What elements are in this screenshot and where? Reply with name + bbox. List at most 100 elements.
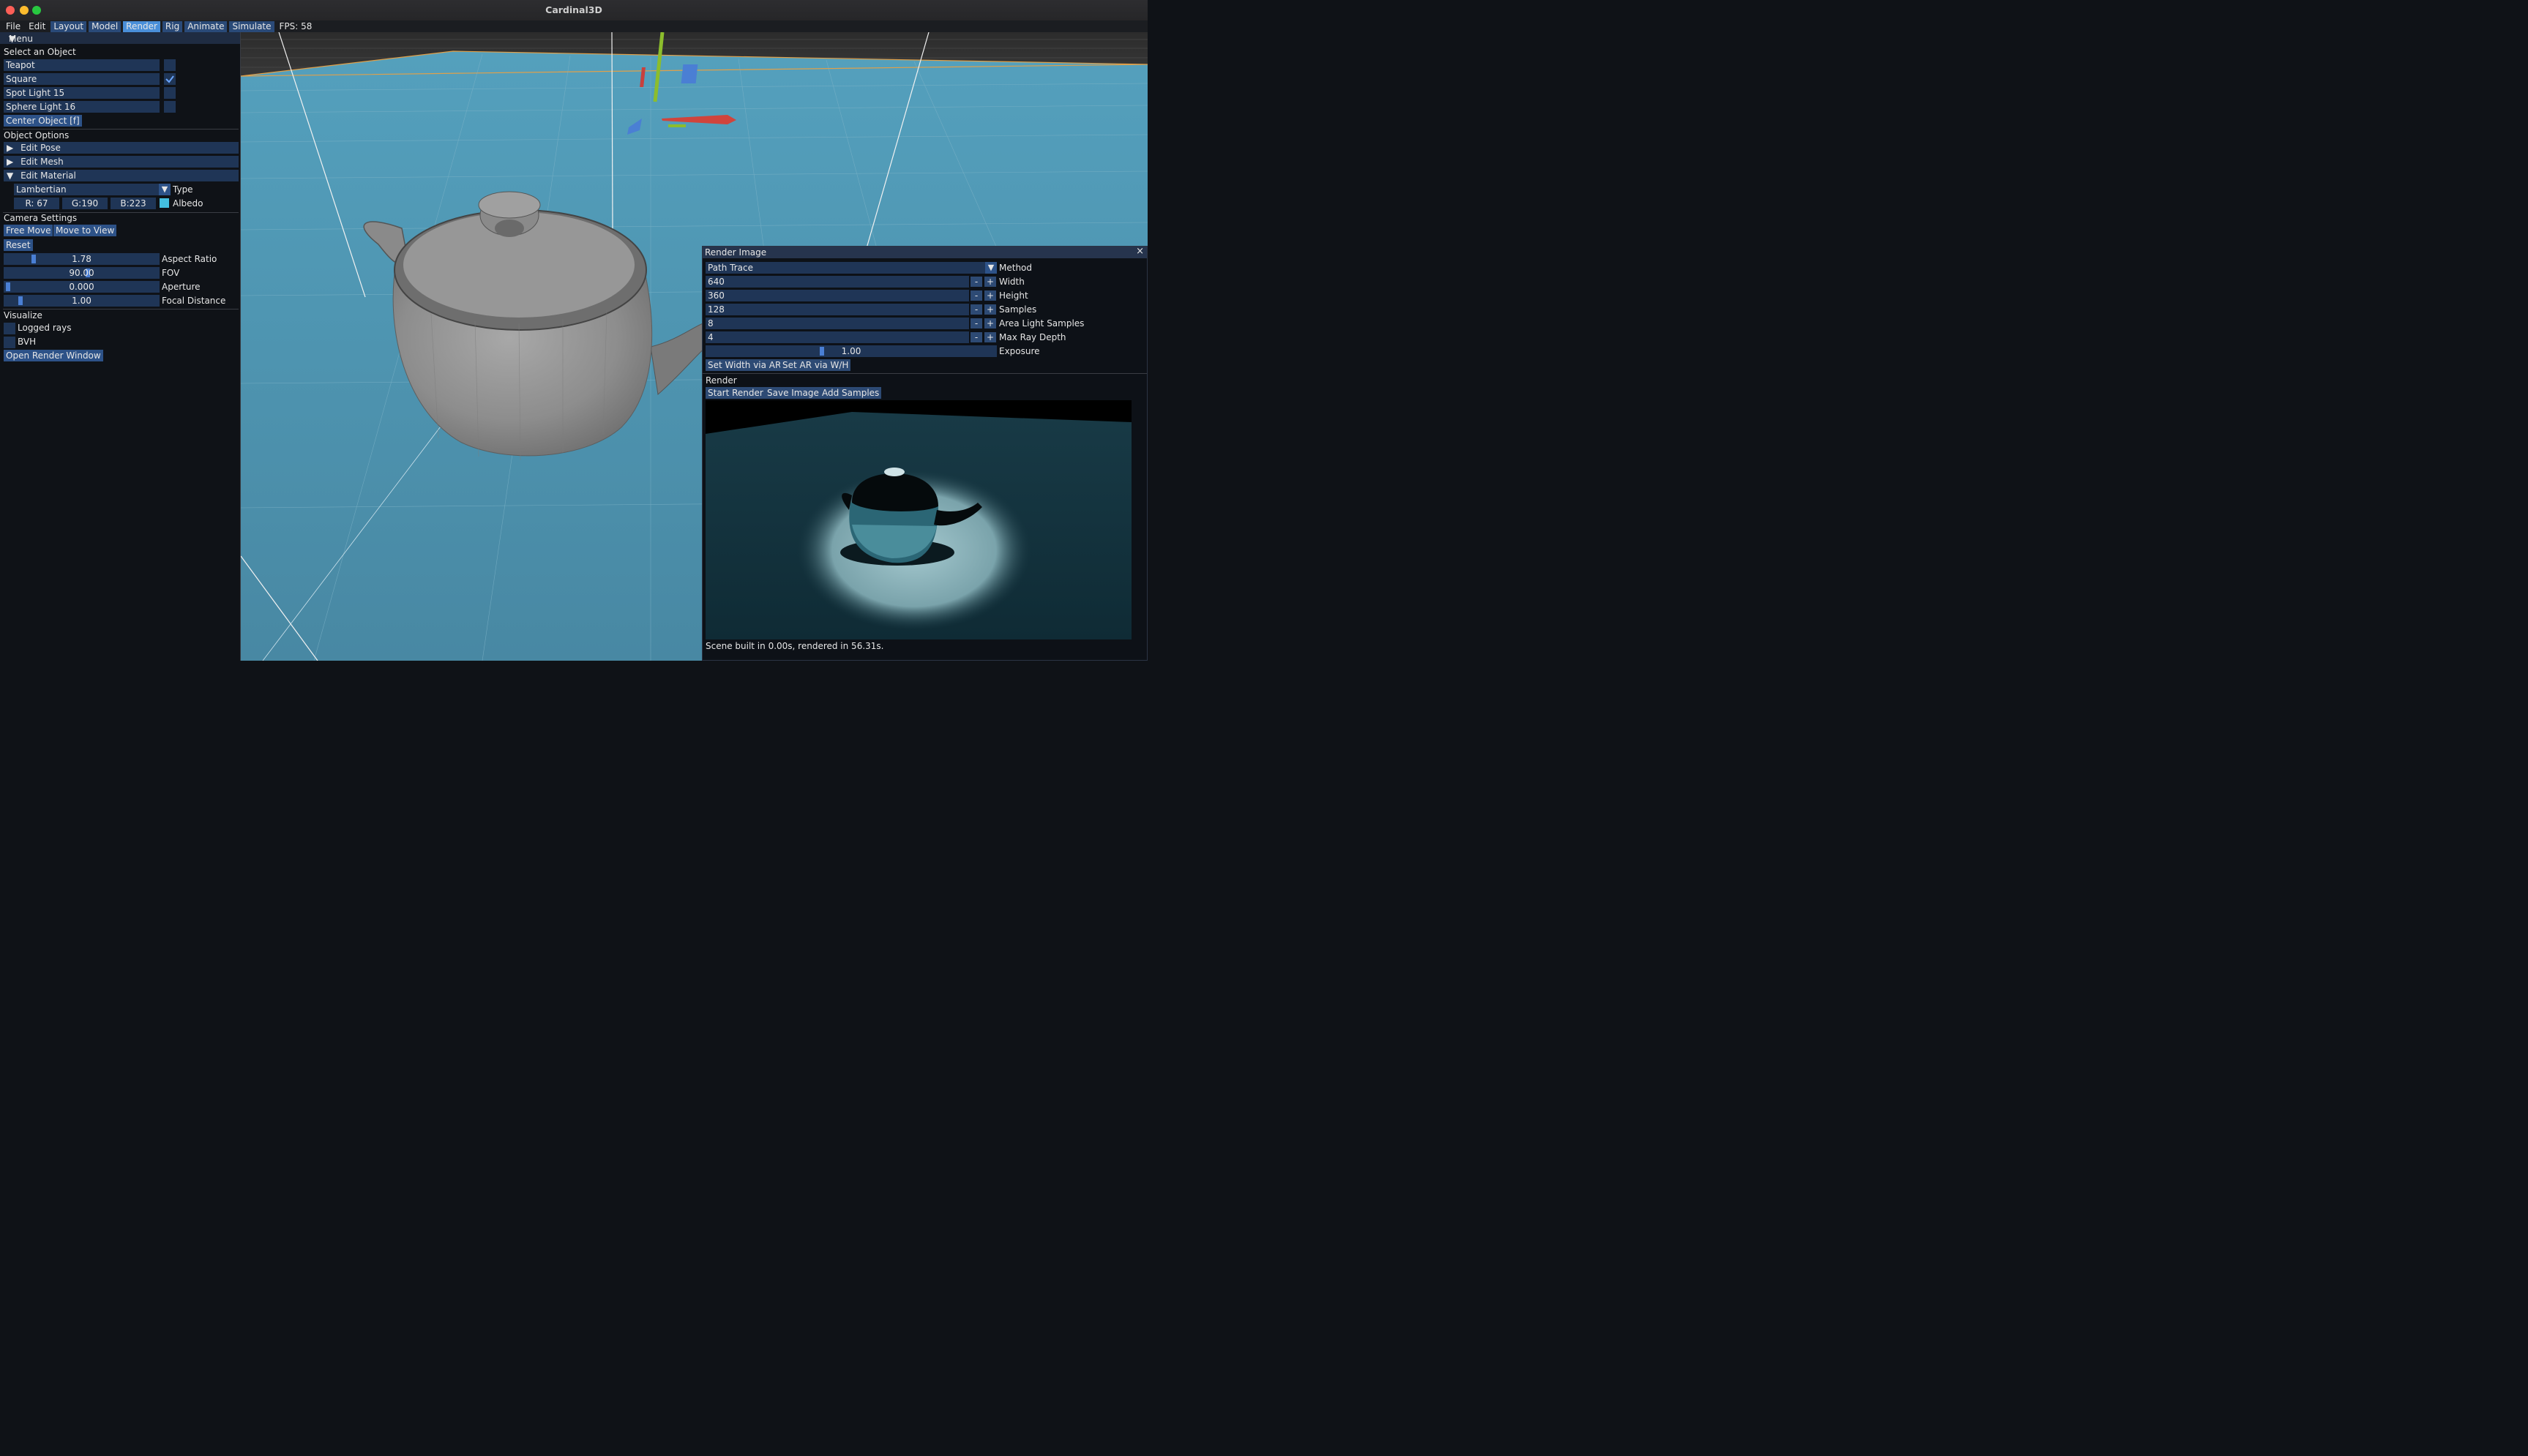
method-select[interactable]: Path Trace xyxy=(706,262,987,274)
albedo-color-swatch[interactable] xyxy=(160,198,169,208)
mode-simulate[interactable]: Simulate xyxy=(229,20,274,32)
object-options-title: Object Options xyxy=(4,130,70,140)
rendered-image-canvas xyxy=(706,400,1132,639)
render-window-titlebar[interactable]: Render Image × xyxy=(703,246,1147,258)
expand-triangle-icon: ▶ xyxy=(7,157,14,167)
collapse-triangle-icon: ▼ xyxy=(7,170,14,181)
window-titlebar: Cardinal3D xyxy=(0,0,1148,21)
window-title: Cardinal3D xyxy=(545,4,602,15)
visualize-title: Visualize xyxy=(4,310,42,320)
mode-animate[interactable]: Animate xyxy=(184,20,228,32)
slider-grab[interactable] xyxy=(18,296,23,305)
samples-label: Samples xyxy=(999,304,1037,315)
fov-value: 90.00 xyxy=(69,268,94,278)
free-move-button[interactable]: Free Move xyxy=(4,225,53,236)
menu-file[interactable]: File xyxy=(3,21,23,32)
max-depth-plus-button[interactable]: + xyxy=(984,332,996,342)
area-light-samples-input[interactable]: 8 xyxy=(706,318,969,329)
expand-triangle-icon: ▶ xyxy=(7,143,14,153)
samples-input[interactable]: 128 xyxy=(706,304,969,315)
menu-header-label: Menu xyxy=(9,34,33,44)
dropdown-arrow-icon[interactable]: ▼ xyxy=(159,184,171,195)
render-section-title: Render xyxy=(706,375,737,386)
focal-distance-slider[interactable]: 1.00 xyxy=(4,295,160,307)
center-object-button[interactable]: Center Object [f] xyxy=(4,115,82,127)
object-teapot[interactable]: Teapot xyxy=(4,59,160,71)
dropdown-arrow-icon[interactable]: ▼ xyxy=(985,262,997,274)
edit-material-label: Edit Material xyxy=(20,170,76,181)
area-light-plus-button[interactable]: + xyxy=(984,318,996,329)
left-menu-panel: ▼ Menu Select an Object Teapot Square Sp… xyxy=(0,32,241,661)
move-to-view-button[interactable]: Move to View xyxy=(53,225,117,236)
area-light-samples-label: Area Light Samples xyxy=(999,318,1085,329)
object-square-checkbox[interactable] xyxy=(164,73,176,85)
albedo-g-field[interactable]: G:190 xyxy=(62,198,108,209)
width-plus-button[interactable]: + xyxy=(984,277,996,287)
width-input[interactable]: 640 xyxy=(706,276,969,288)
start-render-button[interactable]: Start Render xyxy=(706,387,766,399)
mode-model[interactable]: Model xyxy=(89,20,121,32)
aspect-ratio-value: 1.78 xyxy=(72,254,91,264)
add-samples-button[interactable]: Add Samples xyxy=(820,387,882,399)
edit-mesh-header[interactable]: ▶ Edit Mesh xyxy=(4,156,239,168)
menu-header[interactable]: ▼ Menu xyxy=(0,32,240,44)
render-status-text: Scene built in 0.00s, rendered in 56.31s… xyxy=(706,641,884,651)
open-render-window-button[interactable]: Open Render Window xyxy=(4,350,103,361)
bvh-checkbox[interactable] xyxy=(4,337,15,348)
max-ray-depth-input[interactable]: 4 xyxy=(706,331,969,343)
aspect-ratio-label: Aspect Ratio xyxy=(162,254,217,264)
save-image-button[interactable]: Save Image xyxy=(765,387,821,399)
reset-camera-button[interactable]: Reset xyxy=(4,239,33,251)
max-depth-minus-button[interactable]: - xyxy=(971,332,982,342)
area-light-minus-button[interactable]: - xyxy=(971,318,982,329)
edit-material-header[interactable]: ▼ Edit Material xyxy=(4,170,239,181)
object-spot-light[interactable]: Spot Light 15 xyxy=(4,87,160,99)
width-minus-button[interactable]: - xyxy=(971,277,982,287)
slider-grab[interactable] xyxy=(820,347,824,356)
render-window-title: Render Image xyxy=(705,247,767,258)
mode-layout[interactable]: Layout xyxy=(51,20,87,32)
object-square[interactable]: Square xyxy=(4,73,160,85)
mode-render[interactable]: Render xyxy=(123,20,160,32)
edit-pose-header[interactable]: ▶ Edit Pose xyxy=(4,142,239,154)
set-ar-via-wh-button[interactable]: Set AR via W/H xyxy=(780,359,851,371)
edit-pose-label: Edit Pose xyxy=(20,143,61,153)
max-ray-depth-label: Max Ray Depth xyxy=(999,332,1066,342)
object-teapot-checkbox[interactable] xyxy=(164,59,176,71)
fps-counter: FPS: 58 xyxy=(279,20,313,31)
rendered-image xyxy=(706,400,1132,639)
fov-label: FOV xyxy=(162,268,180,278)
mode-rig[interactable]: Rig xyxy=(162,20,183,32)
menu-edit[interactable]: Edit xyxy=(26,21,48,32)
samples-plus-button[interactable]: + xyxy=(984,304,996,315)
fov-slider[interactable]: 90.00 xyxy=(4,267,160,279)
divider xyxy=(703,373,1147,374)
object-spot-light-checkbox[interactable] xyxy=(164,87,176,99)
object-sphere-light-checkbox[interactable] xyxy=(164,101,176,113)
exposure-slider[interactable]: 1.00 xyxy=(706,345,997,357)
albedo-r-field[interactable]: R: 67 xyxy=(14,198,59,209)
albedo-label: Albedo xyxy=(173,198,203,209)
aperture-slider[interactable]: 0.000 xyxy=(4,281,160,293)
slider-grab[interactable] xyxy=(31,255,36,263)
albedo-b-field[interactable]: B:223 xyxy=(111,198,156,209)
aperture-label: Aperture xyxy=(162,282,201,292)
height-plus-button[interactable]: + xyxy=(984,290,996,301)
width-label: Width xyxy=(999,277,1025,287)
height-input[interactable]: 360 xyxy=(706,290,969,301)
logged-rays-label: Logged rays xyxy=(18,323,72,333)
aspect-ratio-slider[interactable]: 1.78 xyxy=(4,253,160,265)
height-minus-button[interactable]: - xyxy=(971,290,982,301)
type-label: Type xyxy=(173,184,193,195)
aperture-value: 0.000 xyxy=(69,282,94,292)
logged-rays-checkbox[interactable] xyxy=(4,323,15,334)
material-type-select[interactable]: Lambertian xyxy=(14,184,160,195)
menubar: File Edit Layout Model Render Rig Animat… xyxy=(0,20,1148,32)
set-width-via-ar-button[interactable]: Set Width via AR xyxy=(706,359,784,371)
slider-grab[interactable] xyxy=(6,282,10,291)
close-icon[interactable]: × xyxy=(1136,246,1144,258)
focal-distance-value: 1.00 xyxy=(72,296,91,306)
height-label: Height xyxy=(999,290,1028,301)
samples-minus-button[interactable]: - xyxy=(971,304,982,315)
object-sphere-light[interactable]: Sphere Light 16 xyxy=(4,101,160,113)
